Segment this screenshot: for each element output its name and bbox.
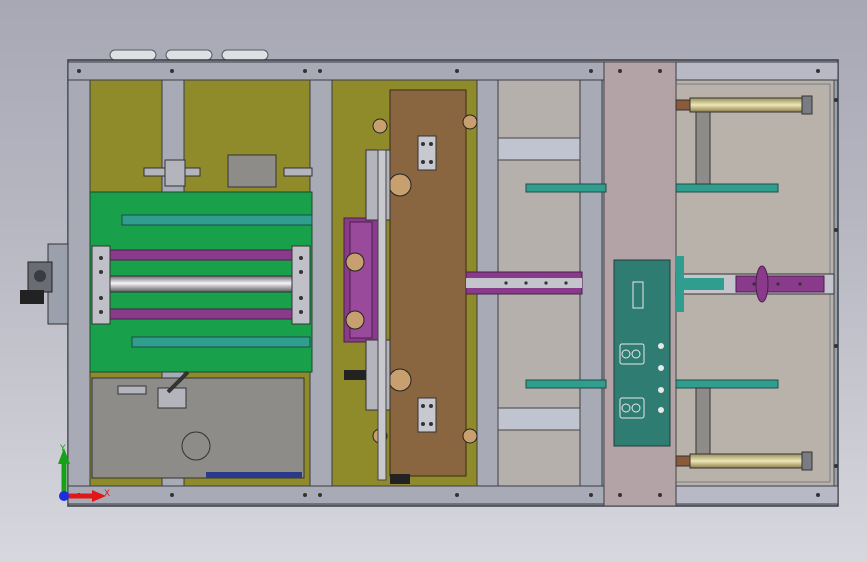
cad-viewport: Y X: [0, 0, 867, 562]
top-cover-tabs: [109, 49, 269, 61]
upper-grey-plate: [227, 154, 277, 188]
y-axis-label: Y: [59, 444, 66, 454]
top-frame-rail: [67, 61, 605, 81]
machine-top-view-drawing: Y X: [20, 49, 839, 507]
lead-screw: [107, 275, 297, 293]
bottom-frame-rail: [67, 485, 605, 505]
left-motor: [20, 243, 69, 325]
x-axis-label: X: [104, 489, 110, 499]
z-axis-dot: [59, 491, 69, 501]
